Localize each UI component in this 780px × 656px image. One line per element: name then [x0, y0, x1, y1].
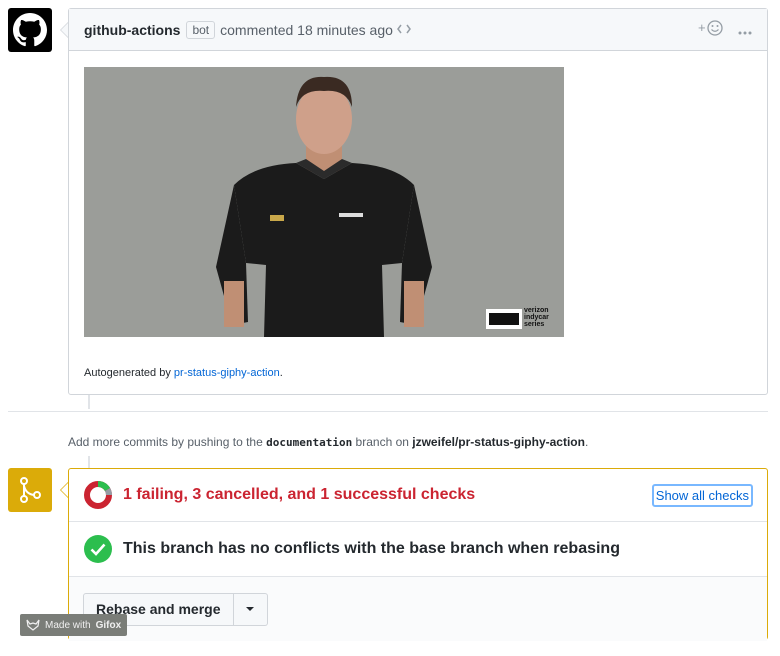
- comment-header: github-actions bot commented 18 minutes …: [69, 9, 767, 51]
- comment-timestamp[interactable]: commented 18 minutes ago: [220, 22, 393, 38]
- gifox-watermark: Made with Gifox: [20, 614, 128, 636]
- merge-method-dropdown[interactable]: [233, 592, 268, 626]
- github-octocat-icon: [13, 13, 47, 47]
- git-merge-icon: [20, 477, 41, 503]
- kebab-horizontal-icon[interactable]: [738, 22, 752, 38]
- bot-badge: bot: [186, 20, 216, 39]
- push-hint-middle: branch on: [355, 435, 409, 449]
- github-avatar[interactable]: [8, 8, 52, 52]
- svg-text:+: +: [698, 20, 706, 35]
- comment-box: github-actions bot commented 18 minutes …: [68, 8, 768, 395]
- watermark-prefix: Made with: [45, 619, 91, 631]
- show-all-checks-button[interactable]: Show all checks: [651, 483, 753, 507]
- merge-action-row: Rebase and merge: [69, 577, 767, 641]
- person-illustration: [84, 67, 564, 337]
- conflict-status: This branch has no conflicts with the ba…: [123, 540, 620, 557]
- push-hint: Add more commits by pushing to the docum…: [68, 435, 588, 449]
- autogen-prefix: Autogenerated by: [84, 367, 171, 379]
- push-hint-suffix: .: [584, 435, 589, 449]
- checks-donut-icon: [84, 481, 112, 509]
- push-hint-prefix: Add more commits by pushing to the: [68, 435, 263, 449]
- add-reaction-icon[interactable]: +: [698, 19, 724, 40]
- autogen-suffix: .: [279, 367, 283, 379]
- comment-actions: +: [698, 19, 752, 40]
- giphy-image: verizon indycar series: [84, 67, 564, 337]
- indycar-logo-text: verizon indycar series: [524, 307, 549, 328]
- action-link[interactable]: pr-status-giphy-action: [174, 367, 280, 379]
- comment-author[interactable]: github-actions: [84, 22, 180, 38]
- timeline-connector: [88, 395, 90, 409]
- autogen-note: Autogenerated by pr-status-giphy-action.: [84, 367, 752, 379]
- code-icon[interactable]: [396, 22, 411, 37]
- conflicts-row: This branch has no conflicts with the ba…: [69, 522, 767, 577]
- branch-name: documentation: [266, 436, 353, 449]
- merge-status-icon: [8, 468, 52, 512]
- caret-down-icon: [246, 607, 254, 611]
- check-circle-icon: [84, 535, 112, 563]
- timeline-divider: [8, 411, 768, 412]
- checks-status: 1 failing, 3 cancelled, and 1 successful…: [123, 486, 476, 503]
- checks-row: 1 failing, 3 cancelled, and 1 successful…: [69, 469, 767, 522]
- merge-box: 1 failing, 3 cancelled, and 1 successful…: [68, 468, 768, 641]
- repo-name[interactable]: jzweifel/pr-status-giphy-action: [412, 435, 585, 449]
- timeline-connector: [88, 456, 90, 468]
- watermark-brand: Gifox: [95, 619, 122, 631]
- fox-icon: [26, 619, 40, 631]
- comment-body: verizon indycar series Autogenerated by …: [69, 51, 767, 395]
